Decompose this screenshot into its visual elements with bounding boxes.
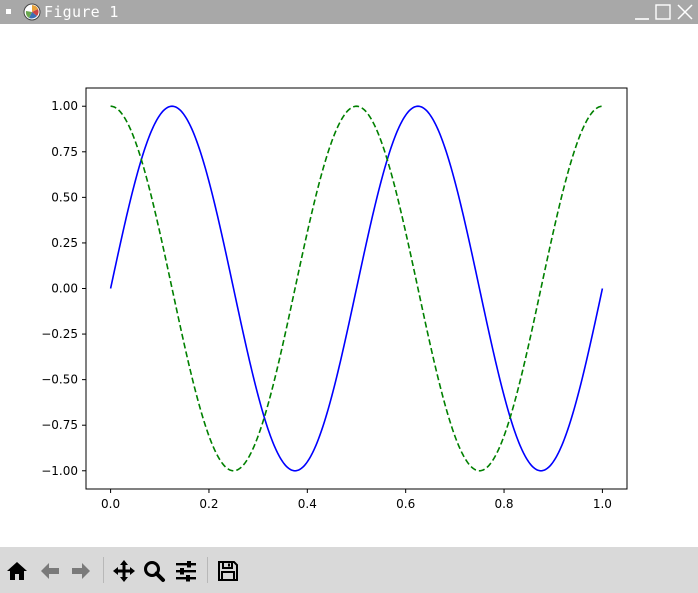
maximize-icon[interactable] xyxy=(654,3,672,21)
configure-subplots-button[interactable] xyxy=(174,559,198,583)
toolbar-separator xyxy=(207,557,208,583)
line-chart[interactable]: 0.0 0.2 0.4 0.6 0.8 1.0 1.00 0.75 0.50 0.25 0.00 −… xyxy=(0,24,698,547)
y-tick-label: −0.50 xyxy=(41,373,78,387)
y-tick-label: −0.75 xyxy=(41,418,78,432)
save-button[interactable] xyxy=(216,559,240,583)
x-tick-label: 1.0 xyxy=(593,497,612,511)
back-button[interactable] xyxy=(38,559,62,583)
x-tick-label: 0.2 xyxy=(199,497,218,511)
y-tick-label: 0.25 xyxy=(51,236,78,250)
forward-button[interactable] xyxy=(69,559,93,583)
move-icon xyxy=(113,560,135,582)
y-tick-label: 0.50 xyxy=(51,190,78,204)
zoom-button[interactable] xyxy=(142,559,166,583)
matplotlib-logo-icon xyxy=(23,3,41,21)
floppy-disk-icon xyxy=(218,561,238,581)
figure-canvas[interactable]: 0.0 0.2 0.4 0.6 0.8 1.0 1.00 0.75 0.50 0.25 0.00 −… xyxy=(0,24,698,547)
navigation-toolbar xyxy=(0,547,698,593)
x-tick-label: 0.8 xyxy=(494,497,513,511)
y-tick-label: 1.00 xyxy=(51,99,78,113)
toolbar-separator xyxy=(103,557,104,583)
sin-series-line xyxy=(109,105,604,472)
y-tick-label: 0.75 xyxy=(51,145,78,159)
y-tick-label: −0.25 xyxy=(41,327,78,341)
window-titlebar: Figure 1 xyxy=(0,0,698,24)
pan-button[interactable] xyxy=(112,559,136,583)
x-tick-label: 0.6 xyxy=(396,497,415,511)
home-icon xyxy=(7,562,27,580)
x-tick-label: 0.4 xyxy=(298,497,317,511)
window-menu-icon[interactable] xyxy=(6,9,11,14)
magnifier-icon xyxy=(144,561,165,582)
y-tick-label: 0.00 xyxy=(51,282,78,296)
sliders-icon xyxy=(176,561,196,582)
x-tick-label: 0.0 xyxy=(101,497,120,511)
arrow-left-icon xyxy=(41,563,59,579)
window-title: Figure 1 xyxy=(44,3,119,21)
close-icon[interactable] xyxy=(676,3,694,21)
y-tick-label: −1.00 xyxy=(41,464,78,478)
home-button[interactable] xyxy=(5,559,29,583)
arrow-right-icon xyxy=(72,563,90,579)
minimize-icon[interactable] xyxy=(633,3,651,21)
